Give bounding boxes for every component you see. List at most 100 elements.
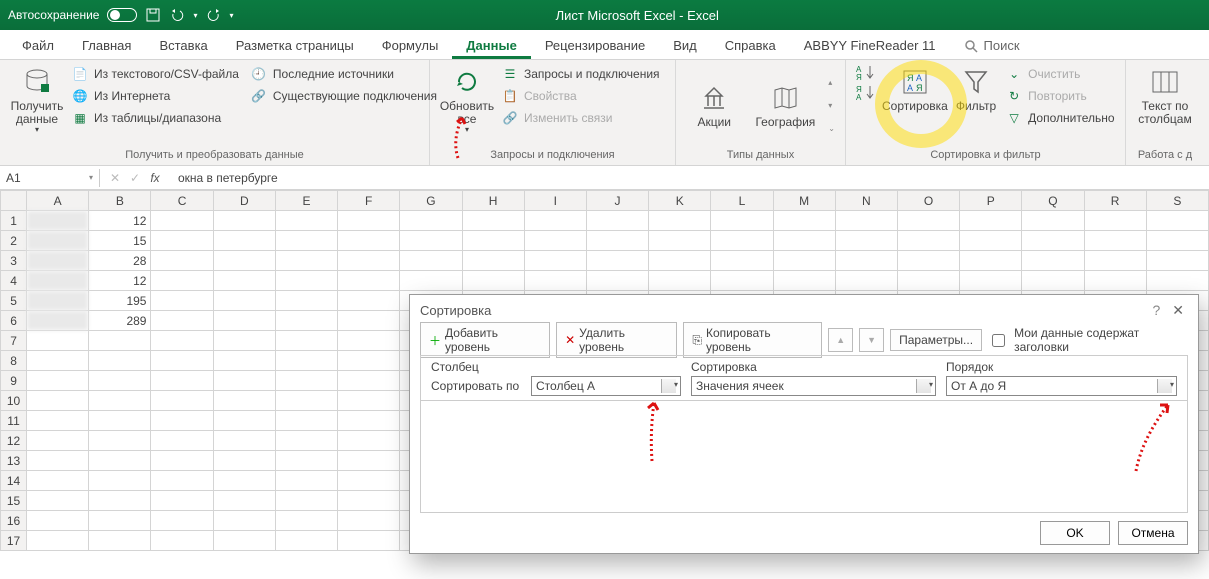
cell[interactable] <box>649 251 711 271</box>
cell[interactable] <box>275 231 337 251</box>
cell[interactable] <box>400 251 462 271</box>
datatype-nav[interactable]: ▴▾⌄ <box>828 78 835 133</box>
cell[interactable] <box>213 491 275 511</box>
cell[interactable] <box>773 271 835 291</box>
undo-icon[interactable] <box>169 7 185 23</box>
cell[interactable]: 289 <box>89 311 151 331</box>
row-header[interactable]: 8 <box>1 351 27 371</box>
col-header[interactable]: N <box>835 191 897 211</box>
cell[interactable] <box>151 431 213 451</box>
cell[interactable] <box>897 271 959 291</box>
from-table-button[interactable]: ▦Из таблицы/диапазона <box>68 108 243 128</box>
cell[interactable] <box>27 511 89 531</box>
cell[interactable] <box>275 371 337 391</box>
cell[interactable] <box>151 391 213 411</box>
cell[interactable] <box>89 331 151 351</box>
help-icon[interactable]: ? <box>1144 302 1168 318</box>
cell[interactable] <box>960 231 1022 251</box>
row-header[interactable]: 7 <box>1 331 27 351</box>
cell[interactable] <box>27 391 89 411</box>
row-header[interactable]: 9 <box>1 371 27 391</box>
cell[interactable] <box>213 331 275 351</box>
cell[interactable] <box>586 231 648 251</box>
cell[interactable] <box>524 251 586 271</box>
cell[interactable] <box>213 211 275 231</box>
cell[interactable] <box>89 351 151 371</box>
cell[interactable] <box>960 251 1022 271</box>
cell[interactable] <box>151 471 213 491</box>
cell[interactable] <box>213 411 275 431</box>
cell[interactable] <box>275 271 337 291</box>
col-header[interactable]: J <box>586 191 648 211</box>
cell[interactable] <box>151 271 213 291</box>
cell[interactable] <box>400 231 462 251</box>
cell[interactable] <box>27 431 89 451</box>
autosave-toggle[interactable] <box>107 8 137 22</box>
cell[interactable] <box>1084 231 1146 251</box>
undo-dropdown-icon[interactable]: ▾ <box>193 11 197 20</box>
cell[interactable] <box>524 211 586 231</box>
col-header[interactable]: A <box>27 191 89 211</box>
cell[interactable] <box>586 251 648 271</box>
col-header[interactable]: R <box>1084 191 1146 211</box>
cell[interactable] <box>711 251 773 271</box>
cell[interactable] <box>275 491 337 511</box>
cell[interactable] <box>89 371 151 391</box>
cell[interactable] <box>960 271 1022 291</box>
cell[interactable] <box>213 351 275 371</box>
cell[interactable] <box>1084 251 1146 271</box>
cell[interactable] <box>213 471 275 491</box>
cell[interactable] <box>773 251 835 271</box>
sort-options-button[interactable]: Параметры... <box>890 329 982 351</box>
cancel-formula-icon[interactable]: ✕ <box>106 171 124 185</box>
cell[interactable] <box>649 211 711 231</box>
col-header[interactable]: M <box>773 191 835 211</box>
cell[interactable] <box>27 451 89 471</box>
row-header[interactable]: 2 <box>1 231 27 251</box>
cell[interactable] <box>27 471 89 491</box>
cell[interactable] <box>773 211 835 231</box>
row-header[interactable]: 4 <box>1 271 27 291</box>
cell[interactable] <box>773 231 835 251</box>
cell[interactable] <box>27 271 89 291</box>
cell[interactable] <box>275 411 337 431</box>
cell[interactable]: 12 <box>89 211 151 231</box>
cell[interactable] <box>27 411 89 431</box>
cell[interactable] <box>151 411 213 431</box>
cell[interactable] <box>275 331 337 351</box>
geography-button[interactable]: География <box>752 80 818 131</box>
cell[interactable] <box>586 271 648 291</box>
cell[interactable] <box>275 471 337 491</box>
stocks-button[interactable]: Акции <box>686 80 742 131</box>
cell[interactable] <box>27 371 89 391</box>
cell[interactable] <box>338 251 400 271</box>
headers-checkbox-input[interactable] <box>992 334 1005 347</box>
col-header[interactable]: B <box>89 191 151 211</box>
tab-review[interactable]: Рецензирование <box>531 32 659 59</box>
cell[interactable] <box>1146 251 1208 271</box>
cell[interactable] <box>151 291 213 311</box>
tab-file[interactable]: Файл <box>8 32 68 59</box>
cell[interactable] <box>960 211 1022 231</box>
tab-home[interactable]: Главная <box>68 32 145 59</box>
cell[interactable] <box>275 451 337 471</box>
cell[interactable] <box>151 211 213 231</box>
cell[interactable] <box>338 431 400 451</box>
cell[interactable] <box>151 371 213 391</box>
cell[interactable] <box>89 531 151 551</box>
cell[interactable]: 195 <box>89 291 151 311</box>
cell[interactable] <box>213 371 275 391</box>
cell[interactable] <box>1084 271 1146 291</box>
tab-data[interactable]: Данные <box>452 32 531 59</box>
tab-abbyy[interactable]: ABBYY FineReader 11 <box>790 32 950 59</box>
cell[interactable] <box>27 351 89 371</box>
row-header[interactable]: 5 <box>1 291 27 311</box>
save-icon[interactable] <box>145 7 161 23</box>
formula-input[interactable]: окна в петербурге <box>170 169 1209 187</box>
cell[interactable] <box>649 231 711 251</box>
text-to-columns-button[interactable]: Текст по столбцам <box>1136 64 1194 128</box>
queries-button[interactable]: ☰Запросы и подключения <box>498 64 664 84</box>
cell[interactable] <box>213 311 275 331</box>
cell[interactable] <box>27 491 89 511</box>
ok-button[interactable]: OK <box>1040 521 1110 545</box>
